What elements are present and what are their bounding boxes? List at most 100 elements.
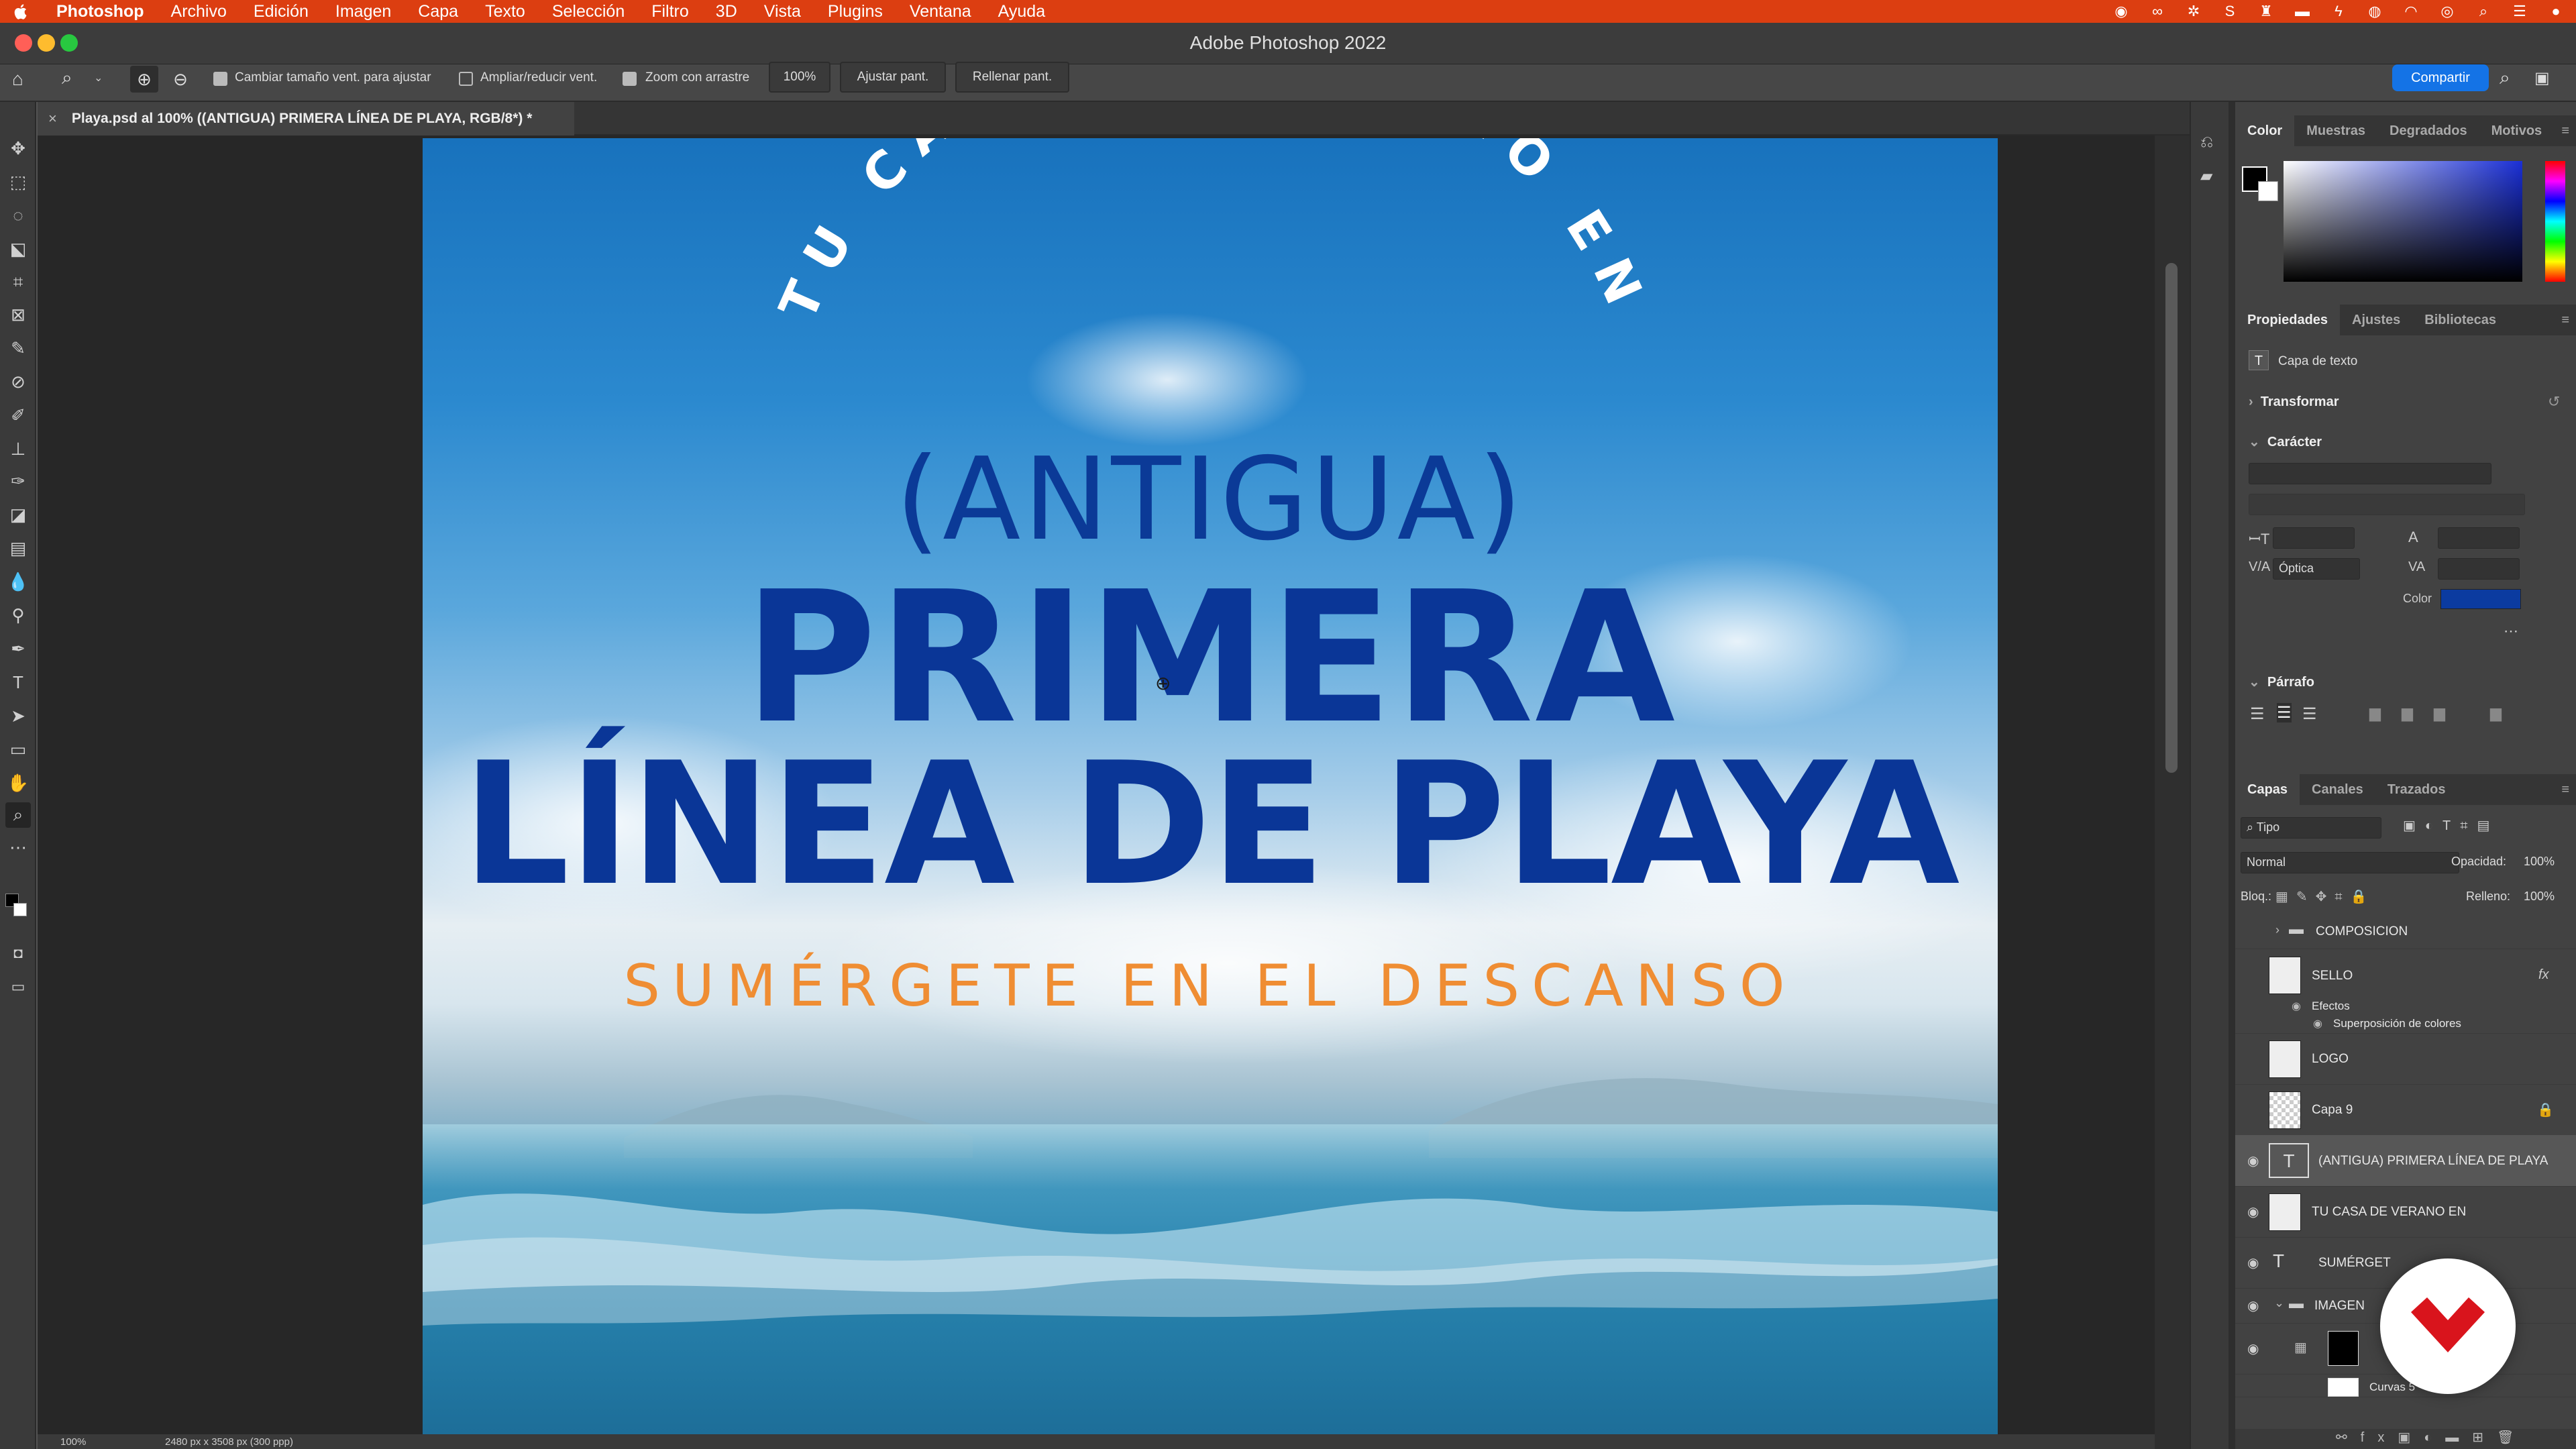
- menu-ventana[interactable]: Ventana: [910, 2, 971, 21]
- chevron-down-icon[interactable]: ⌄: [94, 71, 107, 87]
- gradient-tool-icon[interactable]: ▤: [5, 535, 31, 561]
- tab-propiedades[interactable]: Propiedades: [2235, 305, 2341, 335]
- layer-row-antigua-selected[interactable]: ◉ T (ANTIGUA) PRIMERA LÍNEA DE PLAYA: [2235, 1135, 2576, 1187]
- fit-screen-button[interactable]: Ajustar pant.: [840, 62, 946, 93]
- menu-app-photoshop[interactable]: Photoshop: [56, 2, 144, 21]
- scrubby-zoom-checkbox[interactable]: [623, 72, 637, 86]
- more-options-icon[interactable]: ⋯: [2504, 623, 2518, 640]
- fill-screen-button[interactable]: Rellenar pant.: [955, 62, 1069, 93]
- eye-icon[interactable]: ◉: [2313, 1017, 2322, 1030]
- justify-right-icon[interactable]: ▆: [2434, 704, 2445, 722]
- move-tool-icon[interactable]: ✥: [5, 136, 31, 161]
- paragraph-section[interactable]: ⌄ Párrafo: [2249, 674, 2314, 690]
- document-tab[interactable]: × Playa.psd al 100% ((ANTIGUA) PRIMERA L…: [38, 102, 574, 136]
- tab-trazados[interactable]: Trazados: [2375, 774, 2458, 805]
- menu-imagen[interactable]: Imagen: [335, 2, 391, 21]
- tab-degradados[interactable]: Degradados: [2377, 115, 2479, 146]
- brush-tool-icon[interactable]: ✐: [5, 402, 31, 428]
- rectangle-tool-icon[interactable]: ▭: [5, 737, 31, 762]
- wifi-icon[interactable]: ◠: [2402, 2, 2420, 21]
- zoom-in-icon[interactable]: ⊕: [130, 66, 158, 93]
- align-right-icon[interactable]: ☰: [2302, 704, 2317, 724]
- clone-stamp-tool-icon[interactable]: ⊥: [5, 436, 31, 462]
- menu-3d[interactable]: 3D: [716, 2, 737, 21]
- eye-icon[interactable]: ◉: [2247, 1152, 2263, 1169]
- tab-bibliotecas[interactable]: Bibliotecas: [2412, 305, 2508, 335]
- layer-row-sello[interactable]: SELLO fx ◉ Efectos ◉ Superposición de co…: [2235, 949, 2576, 1034]
- castle-icon[interactable]: ♜: [2257, 2, 2275, 21]
- status-dimensions[interactable]: 2480 px x 3508 px (300 ppp): [165, 1436, 293, 1448]
- tab-color[interactable]: Color: [2235, 115, 2295, 146]
- home-icon[interactable]: ⌂: [12, 68, 34, 90]
- gear-icon[interactable]: ✲: [2184, 2, 2203, 21]
- background-color-swatch[interactable]: [2258, 181, 2278, 201]
- object-selection-tool-icon[interactable]: ⬕: [5, 236, 31, 262]
- tab-muestras[interactable]: Muestras: [2294, 115, 2377, 146]
- creative-cloud-icon[interactable]: ∞: [2148, 2, 2167, 21]
- blur-tool-icon[interactable]: 💧: [5, 569, 31, 594]
- lasso-tool-icon[interactable]: ◌: [5, 203, 31, 228]
- chevron-right-icon[interactable]: ›: [2275, 923, 2279, 937]
- panel-menu-icon[interactable]: ≡: [2561, 123, 2569, 139]
- account-icon[interactable]: ◎: [2438, 2, 2457, 21]
- layers-footer-icons[interactable]: ⚯fx▣◐▬⊞🗑: [2235, 1429, 2576, 1449]
- layer-row-composicion[interactable]: › ▬ COMPOSICION: [2235, 914, 2576, 949]
- flag-icon[interactable]: ▬: [2293, 2, 2312, 21]
- menu-filtro[interactable]: Filtro: [651, 2, 689, 21]
- pen-tool-icon[interactable]: ✒: [5, 636, 31, 661]
- search-icon[interactable]: ⌕: [2500, 67, 2524, 91]
- eye-icon[interactable]: ◉: [2247, 1297, 2263, 1313]
- path-selection-tool-icon[interactable]: ➤: [5, 703, 31, 729]
- eye-icon[interactable]: ◉: [2247, 1340, 2263, 1356]
- menu-ayuda[interactable]: Ayuda: [998, 2, 1045, 21]
- fx-icon[interactable]: fx: [2538, 967, 2549, 983]
- quick-mask-icon[interactable]: ◘: [5, 941, 31, 966]
- layer-filter-select[interactable]: ⌕ Tipo: [2241, 817, 2381, 839]
- tracking-field[interactable]: [2438, 558, 2520, 580]
- s-app-icon[interactable]: S: [2220, 2, 2239, 21]
- eye-icon[interactable]: ◉: [2292, 1000, 2301, 1013]
- scrollbar-thumb[interactable]: [2165, 263, 2178, 773]
- transform-section[interactable]: › Transformar: [2249, 394, 2339, 410]
- resize-window-checkbox[interactable]: [213, 72, 227, 86]
- font-family-select[interactable]: [2249, 463, 2491, 484]
- bolt-icon[interactable]: ϟ: [2329, 2, 2348, 21]
- layer-row-capa9[interactable]: Capa 9 🔒: [2235, 1084, 2576, 1136]
- visibility-off[interactable]: [2247, 923, 2263, 939]
- zoom-tool-icon[interactable]: ⌕: [62, 67, 89, 91]
- vertical-scrollbar[interactable]: [2155, 136, 2190, 1449]
- reset-icon[interactable]: ↺: [2548, 393, 2560, 411]
- dodge-tool-icon[interactable]: ⚲: [5, 602, 31, 628]
- zoom-tool-icon[interactable]: ⌕: [5, 802, 31, 828]
- text-color-swatch[interactable]: [2440, 589, 2521, 609]
- control-center-icon[interactable]: ☰: [2510, 2, 2529, 21]
- justify-left-icon[interactable]: ▆: [2369, 704, 2381, 722]
- hue-slider[interactable]: [2545, 161, 2565, 282]
- marquee-tool-icon[interactable]: ⬚: [5, 169, 31, 195]
- hand-tool-icon[interactable]: ✋: [5, 770, 31, 796]
- tab-canales[interactable]: Canales: [2300, 774, 2375, 805]
- menu-edicion[interactable]: Edición: [254, 2, 309, 21]
- chevron-down-icon[interactable]: ⌄: [2274, 1296, 2284, 1310]
- opacity-field[interactable]: 100%: [2524, 855, 2555, 869]
- font-size-field[interactable]: [2273, 527, 2355, 549]
- panel-menu-icon[interactable]: ≡: [2561, 313, 2569, 328]
- history-brush-tool-icon[interactable]: ✑: [5, 468, 31, 494]
- more-tools-icon[interactable]: ⋯: [5, 835, 31, 860]
- history-panel-icon[interactable]: ⎌: [2200, 133, 2220, 153]
- character-section[interactable]: ⌄ Carácter: [2249, 433, 2322, 450]
- eraser-tool-icon[interactable]: ◪: [5, 502, 31, 527]
- menu-plugins[interactable]: Plugins: [828, 2, 883, 21]
- kerning-select[interactable]: Óptica: [2273, 558, 2360, 580]
- user-icon[interactable]: ◍: [2365, 2, 2384, 21]
- tab-motivos[interactable]: Motivos: [2479, 115, 2555, 146]
- search-icon[interactable]: ⌕: [2474, 2, 2493, 21]
- layer-row-tu-casa[interactable]: ◉ TU CASA DE VERANO EN: [2235, 1186, 2576, 1238]
- frame-tool-icon[interactable]: ⊠: [5, 302, 31, 327]
- comments-panel-icon[interactable]: ▰: [2200, 166, 2220, 186]
- color-field[interactable]: [2284, 161, 2522, 282]
- blend-mode-select[interactable]: Normal: [2241, 852, 2459, 873]
- type-tool-icon[interactable]: T: [5, 669, 31, 695]
- layer-row-logo[interactable]: LOGO: [2235, 1033, 2576, 1085]
- menu-seleccion[interactable]: Selección: [552, 2, 625, 21]
